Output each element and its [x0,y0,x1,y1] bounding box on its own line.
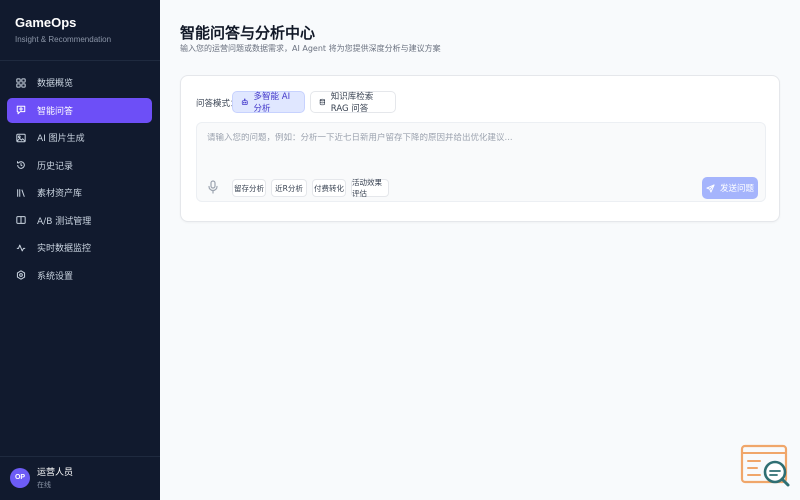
sidebar-item-label: 素材资产库 [37,189,83,199]
database-icon [319,98,326,106]
page-subtitle: 输入您的运营问题或数据需求，AI Agent 将为您提供深度分析与建议方案 [180,44,441,53]
sidebar-nav: 数据概览 智能问答 AI 图片生成 历史记录 素材资产库 A/B 测试管理 实时… [7,70,152,290]
sidebar-item-label: A/B 测试管理 [37,216,92,227]
brand: GameOps Insight & Recommendation [15,15,111,44]
sidebar-bottom-divider [0,456,160,457]
question-input-box: 留存分析 近R分析 付费转化 活动效果评估 发送问题 [196,122,766,202]
sidebar-item-label: 智能问答 [37,106,74,117]
user-name: 运营人员 [37,468,74,478]
question-input[interactable] [207,133,752,143]
mode-rag-button[interactable]: 知识库检索 RAG 问答 [310,91,396,114]
page-title: 智能问答与分析中心 [180,24,316,42]
chip-r-analysis[interactable]: 近R分析 [271,179,307,197]
image-icon [15,132,27,144]
sidebar-item-settings[interactable]: 系统设置 [7,263,152,288]
sidebar-divider [0,60,160,61]
chip-payment-conversion[interactable]: 付费转化 [312,179,346,197]
sidebar-item-monitor[interactable]: 实时数据监控 [7,235,152,260]
sidebar-item-label: 系统设置 [37,271,74,282]
sidebar-item-ab-test[interactable]: A/B 测试管理 [7,208,152,233]
floating-assistant-icon[interactable] [740,444,792,490]
ab-test-icon [15,214,27,226]
settings-icon [15,269,27,281]
send-icon [706,183,715,193]
sidebar: GameOps Insight & Recommendation 数据概览 智能… [0,0,160,500]
sidebar-item-overview[interactable]: 数据概览 [7,70,152,95]
library-icon [15,187,27,199]
chip-retention-analysis[interactable]: 留存分析 [232,179,266,197]
sidebar-item-label: 数据概览 [37,79,74,89]
mode-ai-analysis-button[interactable]: 多智能 AI 分析 [232,91,305,114]
history-icon [15,159,27,171]
sidebar-item-label: AI 图片生成 [37,134,85,144]
mode-rag-label: 知识库检索 RAG 问答 [330,92,374,114]
grid-icon [15,77,27,89]
mode-ai-analysis-label: 多智能 AI 分析 [253,92,291,114]
chat-icon [15,104,27,116]
sidebar-item-assets[interactable]: 素材资产库 [7,180,152,205]
user-info: 运营人员 在线 [37,465,73,490]
brand-title: GameOps [15,15,77,30]
sidebar-item-qa[interactable]: 智能问答 [7,97,152,123]
sidebar-item-image-gen[interactable]: AI 图片生成 [7,125,152,150]
sidebar-item-label: 历史记录 [37,161,74,172]
chip-event-evaluation[interactable]: 活动效果评估 [351,178,389,198]
sidebar-item-history[interactable]: 历史记录 [7,153,152,178]
microphone-icon[interactable] [207,179,219,194]
avatar: OP [10,467,30,488]
send-button[interactable]: 发送问题 [702,177,758,199]
activity-icon [15,242,27,254]
sidebar-item-label: 实时数据监控 [37,244,92,254]
robot-icon [241,98,248,105]
send-button-label: 发送问题 [719,184,754,194]
user-status: 在线 [37,481,51,489]
qa-card: 问答模式： 多智能 AI 分析 知识库检索 RAG 问答 留存分析 近R分析 付… [180,75,780,222]
user-profile[interactable]: OP 运营人员 在线 [10,465,73,490]
brand-subtitle: Insight & Recommendation [15,35,112,44]
